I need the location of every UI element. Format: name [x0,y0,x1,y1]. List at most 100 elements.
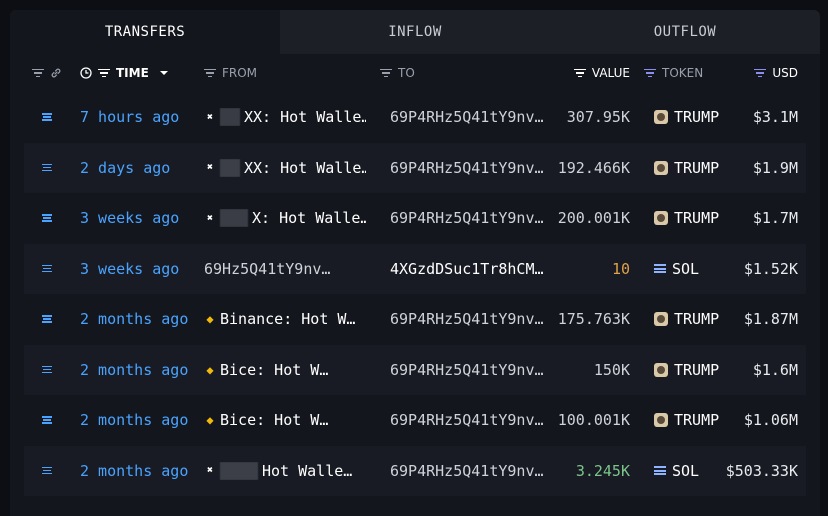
from-address-label: 69Hz5Q41tY9nv… [204,259,331,278]
filter-icon[interactable] [380,68,392,78]
token-cell[interactable]: SOL [654,462,699,480]
trump-token-icon [654,413,668,428]
usd-value: $1.52K [743,259,798,278]
token-symbol: SOL [672,259,700,278]
to-address[interactable]: 69P4RHz5Q41tY9nv… [390,159,546,177]
token-cell[interactable]: TRUMP [654,310,719,328]
tab-transfers[interactable]: TRANSFERS [10,10,280,54]
table-row[interactable]: 2 days ago ✖ XX: Hot Walle… 69P4RHz5Q41t… [24,142,806,193]
from-address[interactable]: ◆ Bice: Hot W… [204,361,366,379]
transfer-details-icon[interactable] [42,214,52,222]
filter-icon[interactable] [32,68,44,78]
redacted-blur [220,461,258,480]
token-cell[interactable]: TRUMP [654,411,719,429]
transfer-time-link[interactable]: 3 weeks ago [80,260,179,278]
from-address-label: XX: Hot Walle… [244,108,366,127]
okx-icon: ✖ [206,162,214,174]
transfer-time-link[interactable]: 7 hours ago [80,108,179,126]
to-address[interactable]: 69P4RHz5Q41tY9nv… [390,108,546,126]
transfer-value: 175.763K [557,310,630,329]
token-cell[interactable]: TRUMP [654,159,719,177]
token-cell[interactable]: TRUMP [654,361,719,379]
transfer-details-icon[interactable] [42,315,52,323]
table-row[interactable]: 2 months ago ◆ Binance: Hot W… 69P4RHz5Q… [24,294,806,345]
from-address-label: Bice: Hot W… [220,411,329,430]
transfer-time-link[interactable]: 2 months ago [80,310,188,328]
transfer-details-icon[interactable] [42,416,52,424]
okx-icon: ✖ [206,465,214,477]
from-address[interactable]: ✖ X: Hot Walle… [204,209,366,228]
transfer-value: 150K [593,360,630,379]
transfer-time-link[interactable]: 2 months ago [80,361,188,379]
transfer-time-link[interactable]: 3 weeks ago [80,209,179,227]
table-row[interactable]: 2 months ago ✖ Hot Walle… 69P4RHz5Q41tY9… [24,445,806,496]
binance-icon: ◆ [206,362,214,377]
filter-icon[interactable] [98,68,110,78]
trump-token-icon [654,110,668,125]
table-row[interactable]: 2 months ago ◆ Bice: Hot W… 69P4RHz5Q41t… [24,395,806,446]
transfer-time-link[interactable]: 2 days ago [80,159,170,177]
from-address-label: X: Hot Walle… [252,209,366,228]
tab-outflow[interactable]: OUTFLOW [550,10,820,54]
from-address[interactable]: ◆ Binance: Hot W… [204,310,366,328]
transfer-time-link[interactable]: 2 months ago [80,411,188,429]
column-label-usd: USD [772,66,798,80]
from-address[interactable]: ✖ XX: Hot Walle… [204,158,366,177]
token-symbol: TRUMP [674,158,720,177]
transfer-details-icon[interactable] [42,466,52,475]
table-row[interactable]: 2 months ago ◆ Bice: Hot W… 69P4RHz5Q41t… [24,344,806,395]
column-header-from[interactable]: FROM [204,54,257,92]
column-header-time[interactable]: TIME [80,54,169,92]
token-symbol: SOL [672,461,700,480]
transfer-details-icon[interactable] [42,113,52,121]
column-header-token[interactable]: TOKEN [644,54,703,92]
table-row[interactable]: 7 hours ago ✖ XX: Hot Walle… 69P4RHz5Q41… [24,92,806,143]
transfer-details-icon[interactable] [42,163,52,172]
transfers-table-body: 7 hours ago ✖ XX: Hot Walle… 69P4RHz5Q41… [24,92,806,496]
column-label-token: TOKEN [662,66,704,80]
token-cell[interactable]: TRUMP [654,209,719,227]
to-address[interactable]: 69P4RHz5Q41tY9nv… [390,361,546,379]
redacted-blur [220,158,240,177]
from-address[interactable]: ◆ Bice: Hot W… [204,411,366,429]
transfer-value: 192.466K [557,158,630,177]
transfer-value: 200.001K [557,209,630,228]
to-address[interactable]: 4XGzdDSuc1Tr8hCM… [390,260,546,278]
tab-inflow[interactable]: INFLOW [280,10,550,54]
token-cell[interactable]: SOL [654,260,699,278]
from-address[interactable]: 69Hz5Q41tY9nv… [204,260,366,278]
column-header-to[interactable]: TO [380,54,415,92]
filter-icon[interactable] [573,68,586,78]
clock-icon [80,67,92,79]
to-address[interactable]: 69P4RHz5Q41tY9nv… [390,209,546,227]
sort-desc-icon[interactable] [159,70,169,76]
to-address[interactable]: 69P4RHz5Q41tY9nv… [390,462,546,480]
transfer-time-link[interactable]: 2 months ago [80,462,188,480]
trump-token-icon [654,160,668,175]
transfer-value: 3.245K [575,461,630,480]
filter-icon[interactable] [754,68,767,78]
binance-icon: ◆ [206,413,214,428]
usd-value: $1.6M [752,360,798,379]
column-label-time: TIME [116,66,149,80]
link-icon[interactable] [50,67,62,79]
transfer-value: 307.95K [566,108,630,127]
table-row[interactable]: 3 weeks ago 69Hz5Q41tY9nv… 4XGzdDSuc1Tr8… [24,243,806,294]
transfer-details-icon[interactable] [42,264,52,273]
from-address[interactable]: ✖ Hot Walle… [204,461,366,480]
to-address[interactable]: 69P4RHz5Q41tY9nv… [390,411,546,429]
column-header-usd[interactable]: USD [754,54,798,92]
filter-icon[interactable] [204,68,216,78]
from-address[interactable]: ✖ XX: Hot Walle… [204,108,366,127]
from-address-label: XX: Hot Walle… [244,158,366,177]
trump-token-icon [654,362,668,377]
table-row[interactable]: 3 weeks ago ✖ X: Hot Walle… 69P4RHz5Q41t… [24,193,806,244]
filter-icon[interactable] [644,68,656,78]
token-symbol: TRUMP [674,360,720,379]
to-address[interactable]: 69P4RHz5Q41tY9nv… [390,310,546,328]
column-header-value[interactable]: VALUE [573,54,630,92]
token-symbol: TRUMP [674,411,720,430]
token-cell[interactable]: TRUMP [654,108,719,126]
transfer-details-icon[interactable] [42,365,52,374]
usd-value: $1.9M [752,158,798,177]
